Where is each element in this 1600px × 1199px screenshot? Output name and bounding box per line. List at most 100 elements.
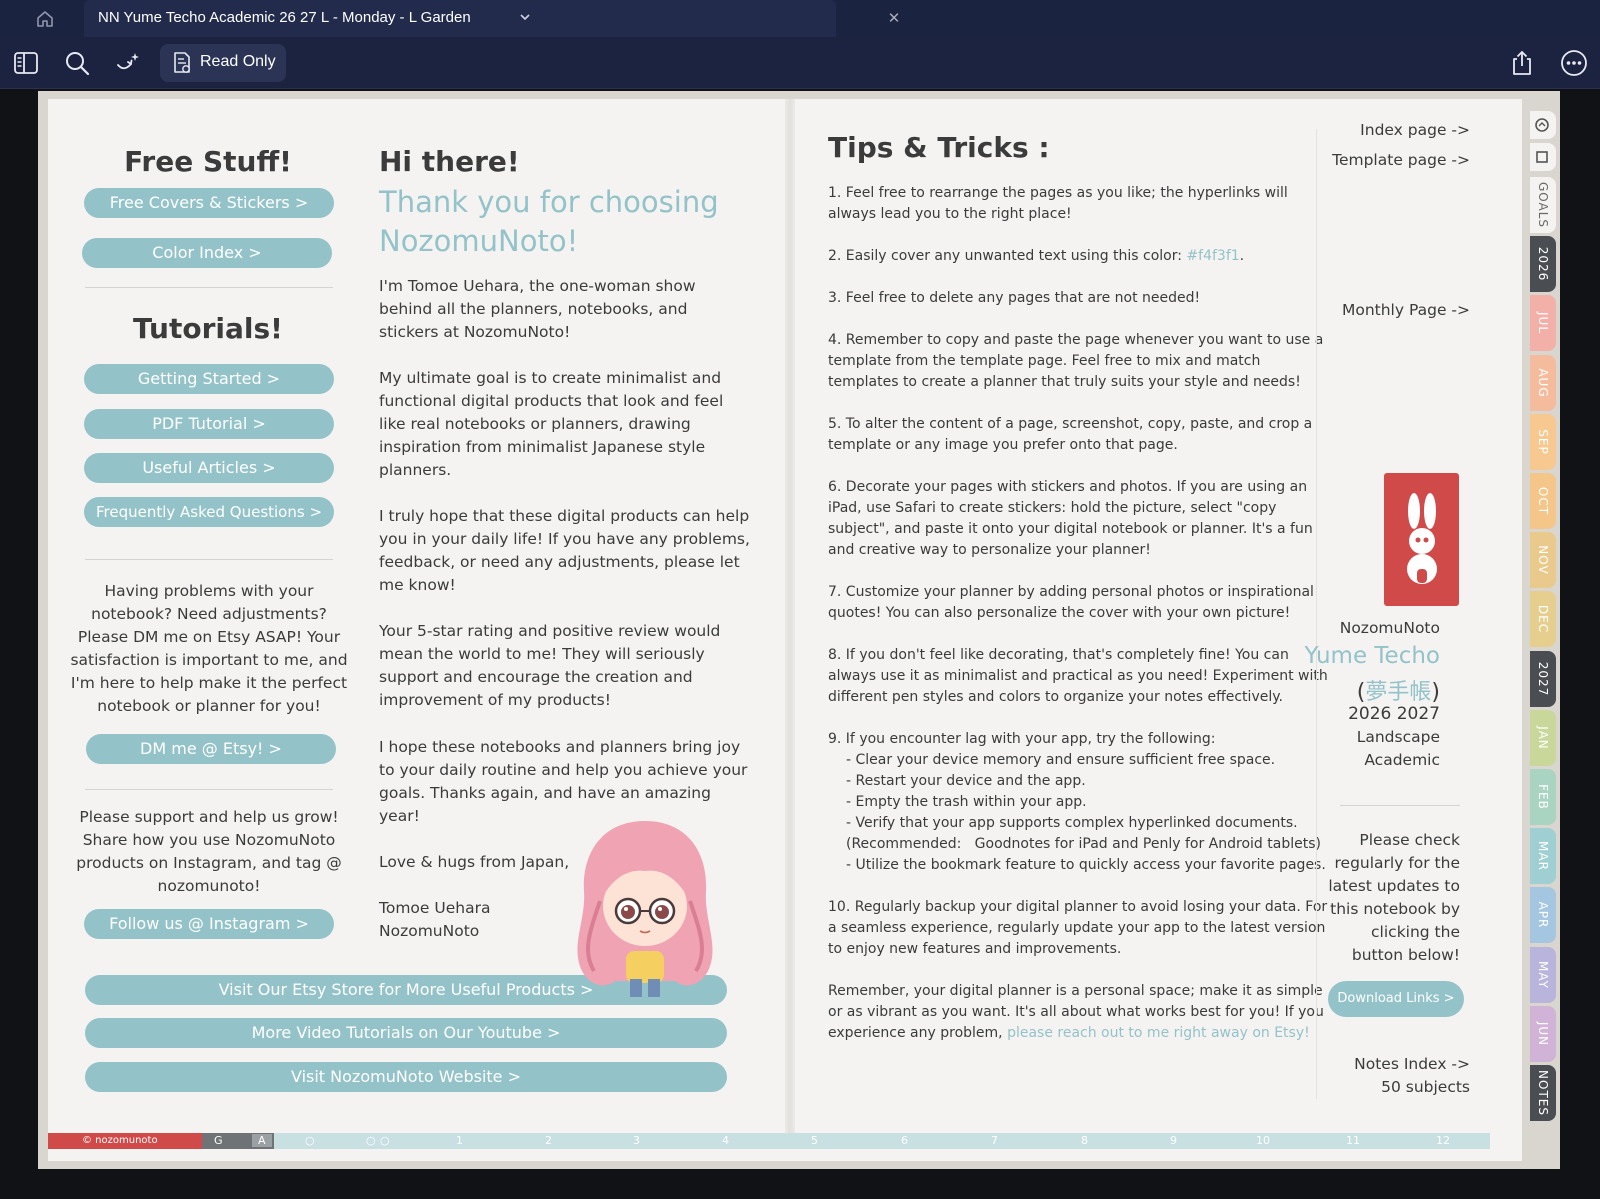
website-button[interactable]: Visit NozomuNoto Website > [85,1062,727,1092]
search-icon [66,52,90,76]
youtube-tutorials-button[interactable]: More Video Tutorials on Our Youtube > [85,1018,727,1048]
side-tab-jan[interactable]: JAN [1530,709,1556,766]
useful-articles-button[interactable]: Useful Articles > [84,453,334,483]
home-icon [37,11,53,27]
side-tab-goals[interactable]: GOALS [1530,177,1556,233]
home-circle-icon [1535,118,1549,132]
side-tab-may[interactable]: MAY [1530,946,1556,1003]
tip-9-item: - Clear your device memory and ensure su… [846,752,1276,768]
dm-etsy-button[interactable]: DM me @ Etsy! > [86,734,336,764]
tip-2-color-code: #f4f3f1 [1186,248,1240,264]
tip-9-heading: 9. If you encounter lag with your app, t… [828,731,1216,747]
month-link[interactable]: 3 [633,1134,640,1147]
side-tab-label: GOALS [1536,181,1550,229]
getting-started-button[interactable]: Getting Started > [84,364,334,394]
etsy-contact-link[interactable]: please reach out to me right away on Ets… [1007,1025,1310,1041]
side-tab-label: JUL [1536,312,1550,335]
month-link[interactable]: 2 [545,1134,552,1147]
month-link[interactable]: 7 [991,1134,998,1147]
template-page-link[interactable]: Template page -> [1332,151,1470,169]
month-link[interactable]: 5 [811,1134,818,1147]
hope-paragraph: I truly hope that these digital products… [379,507,750,594]
square-icon [1536,151,1548,163]
month-link[interactable]: 1 [456,1134,463,1147]
tip-6: 6. Decorate your pages with stickers and… [828,479,1313,558]
circle-link[interactable]: ○ [366,1134,376,1147]
month-link[interactable]: 4 [722,1134,729,1147]
side-tab-jun[interactable]: JUN [1530,1005,1556,1062]
side-tab-oct[interactable]: OCT [1530,473,1556,529]
close-icon[interactable]: ✕ [884,8,904,28]
tip-5: 5. To alter the content of a page, scree… [828,416,1313,453]
read-only-button[interactable]: Read Only [160,44,286,82]
pdf-tutorial-button[interactable]: PDF Tutorial > [84,409,334,439]
magic-button[interactable] [112,47,144,79]
side-tab-mar[interactable]: MAR [1530,828,1556,885]
circle-link[interactable]: ○ [305,1134,315,1147]
tip-10: 10. Regularly backup your digital planne… [828,899,1328,957]
month-link[interactable]: 8 [1081,1134,1088,1147]
tip-1: 1. Feel free to rearrange the pages as y… [828,185,1288,222]
chevron-down-icon[interactable] [516,8,534,26]
side-tab-notes[interactable]: NOTES [1530,1065,1556,1121]
faq-button[interactable]: Frequently Asked Questions > [84,497,334,527]
side-tab-label: 2027 [1536,661,1550,696]
month-link[interactable]: 12 [1436,1134,1450,1147]
free-covers-button[interactable]: Free Covers & Stickers > [84,188,334,218]
side-tab-label: JUN [1536,1021,1550,1046]
tab-bar: NN Yume Techo Academic 26 27 L - Monday … [0,0,1600,37]
notes-index-link[interactable]: Notes Index -> [1354,1055,1470,1073]
sidebar-toggle-button[interactable] [10,47,42,79]
sidebar-toggle-icon [14,52,38,74]
side-tab-aug[interactable]: AUG [1530,354,1556,411]
read-only-doc-icon [174,52,190,73]
copyright-label: © nozomunoto [48,1133,202,1149]
share-button[interactable] [1506,47,1538,79]
document-tab[interactable]: NN Yume Techo Academic 26 27 L - Monday … [84,0,900,37]
month-link[interactable]: 11 [1346,1134,1360,1147]
side-tab-jul[interactable]: JUL [1530,295,1556,352]
tip-3: 3. Feel free to delete any pages that ar… [828,290,1201,306]
monthly-page-link[interactable]: Monthly Page -> [1342,301,1470,319]
side-tab-2027[interactable]: 2027 [1530,650,1556,707]
side-tab-apr[interactable]: APR [1530,887,1556,944]
toolbar: Read Only [0,37,1600,89]
side-tab-label: MAR [1536,841,1550,872]
final-note: Remember, your digital planner is a pers… [828,981,1328,1044]
kanji-text: 夢手帳 [1365,680,1432,705]
page-tab[interactable] [1530,143,1556,171]
month-link[interactable]: 10 [1256,1134,1270,1147]
academic-label: Academic [1364,751,1440,769]
subjects-count: 50 subjects [1381,1078,1470,1096]
tip-4: 4. Remember to copy and paste the page w… [828,332,1324,390]
search-button[interactable] [61,47,93,79]
rabbit-stamp-logo [1384,473,1459,606]
side-tab-2026[interactable]: 2026 [1530,236,1556,293]
more-button[interactable] [1558,47,1590,79]
circle-link[interactable]: ○ [380,1134,390,1147]
side-tab-dec[interactable]: DEC [1530,591,1556,648]
side-tab-feb[interactable]: FEB [1530,769,1556,825]
tip-2-text: 2. Easily cover any unwanted text using … [828,248,1187,264]
document-canvas[interactable]: Free Stuff! Free Covers & Stickers > Col… [0,89,1600,1199]
index-page-link[interactable]: Index page -> [1360,121,1470,139]
greeting-title: Hi there! [379,145,520,178]
intro-paragraph: I'm Tomoe Uehara, the one-woman show beh… [379,277,696,341]
download-links-button[interactable]: Download Links > [1328,981,1464,1017]
years-label: 2026 2027 [1348,704,1440,724]
goals-short-link[interactable]: G [214,1134,223,1147]
home-button[interactable] [28,6,62,32]
side-tab-nov[interactable]: NOV [1530,532,1556,589]
color-index-button[interactable]: Color Index > [82,238,332,268]
home-tab[interactable] [1530,111,1556,139]
rating-paragraph: Your 5-star rating and positive review w… [379,622,721,709]
side-tab-label: 2026 [1536,246,1550,282]
month-link[interactable]: 9 [1170,1134,1177,1147]
month-link[interactable]: 6 [901,1134,908,1147]
tip-2: 2. Easily cover any unwanted text using … [828,246,1328,267]
a-short-link[interactable]: A [252,1134,272,1147]
chibi-girl-illustration [577,821,713,997]
updates-text: Please check regularly for the latest up… [1328,831,1460,964]
instagram-button[interactable]: Follow us @ Instagram > [84,909,334,939]
side-tab-sep[interactable]: SEP [1530,413,1556,470]
